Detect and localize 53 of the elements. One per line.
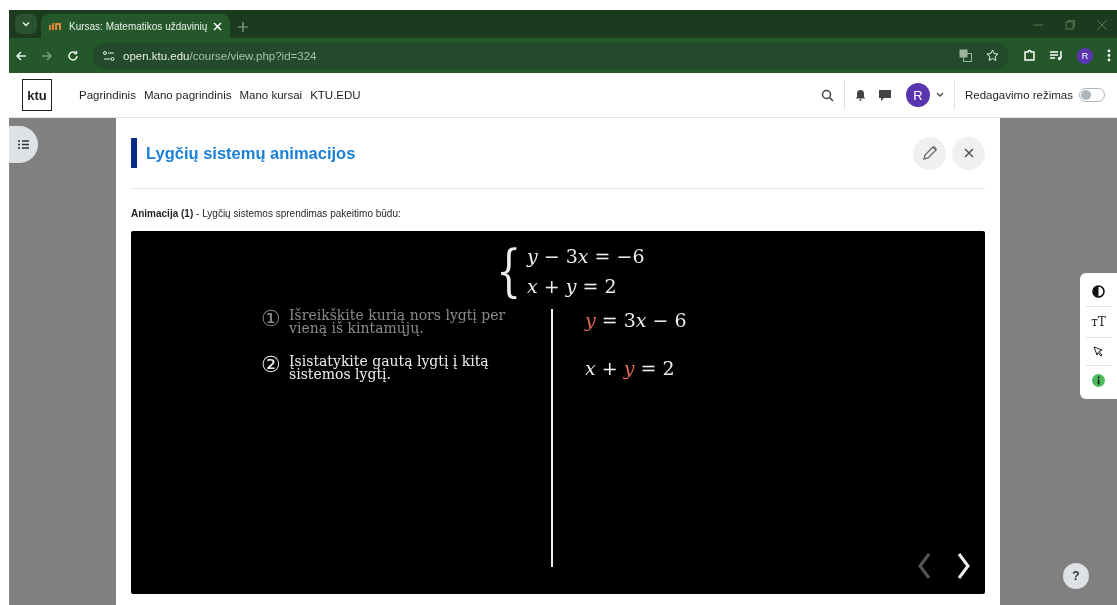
section-title: Lygčių sistemų animacijos <box>146 143 357 163</box>
media-control-icon[interactable] <box>1050 50 1063 61</box>
step-number: ② <box>261 355 281 379</box>
reload-icon[interactable] <box>67 49 79 62</box>
equation: x + y = 2 <box>527 275 618 297</box>
brace-icon: { <box>496 243 522 299</box>
back-icon[interactable] <box>15 49 27 62</box>
star-icon[interactable] <box>986 49 999 62</box>
bell-icon[interactable] <box>855 89 866 101</box>
site-settings-icon <box>103 50 115 61</box>
chevron-icon <box>21 19 31 29</box>
nav-link[interactable]: Pagrindinis <box>79 89 136 101</box>
edit-button[interactable] <box>913 136 946 170</box>
translate-icon[interactable] <box>959 49 972 62</box>
close-button[interactable] <box>952 136 985 170</box>
cursor-icon[interactable] <box>1093 346 1104 357</box>
step-number: ① <box>261 309 281 333</box>
heading-accent-bar <box>131 138 137 168</box>
text-size-button[interactable]: тT <box>1091 315 1106 329</box>
equation: x + y = 2 <box>585 357 676 379</box>
search-icon[interactable] <box>821 88 834 102</box>
tab-search-button[interactable] <box>15 14 37 34</box>
extensions-icon[interactable] <box>1023 49 1036 62</box>
restore-icon[interactable] <box>1065 20 1075 30</box>
chat-icon[interactable] <box>879 89 891 101</box>
list-icon <box>18 140 29 149</box>
site-logo[interactable]: ktu <box>22 79 52 111</box>
forward-icon[interactable] <box>41 49 53 62</box>
equation: y − 3x = −6 <box>527 245 645 267</box>
chevron-icon[interactable] <box>936 92 944 98</box>
user-avatar[interactable]: R <box>906 83 930 107</box>
edit-mode-label: Redagavimo režimas <box>965 89 1073 101</box>
animation-caption: Animacija (1) - Lygčių sistemos sprendimas pakeitimo būdu: <box>131 208 402 219</box>
nav-link[interactable]: Mano pagrindinis <box>143 89 232 101</box>
profile-avatar[interactable]: R <box>1077 47 1093 64</box>
step-text: Įsistatykite gautą lygtį į kitą sistemos lygtį. <box>289 355 490 381</box>
nav-link[interactable]: Mano kursai <box>239 89 303 101</box>
plus-icon[interactable] <box>238 22 249 32</box>
next-icon[interactable] <box>955 552 971 580</box>
info-icon[interactable] <box>1092 374 1105 387</box>
contrast-icon[interactable] <box>1092 285 1105 298</box>
more-icon[interactable] <box>1107 49 1111 62</box>
equation: y = 3x − 6 <box>585 309 687 331</box>
nav-link[interactable]: KTU.EDU <box>310 89 361 101</box>
browser-tab[interactable]: Kursas: Matematikos uždavinių <box>41 14 231 38</box>
pencil-icon <box>921 145 938 161</box>
close-icon <box>963 148 974 158</box>
url-text: open.ktu.edu/course/view.php?id=324 <box>123 49 317 62</box>
help-button[interactable]: ? <box>1063 563 1089 589</box>
address-bar[interactable]: open.ktu.edu/course/view.php?id=324 <box>93 42 1009 69</box>
course-index-button[interactable] <box>9 126 38 163</box>
site-favicon-icon <box>49 21 63 31</box>
step-text: Išreikškite kurią nors lygtį per vieną iš kintamųjų. <box>289 309 507 335</box>
